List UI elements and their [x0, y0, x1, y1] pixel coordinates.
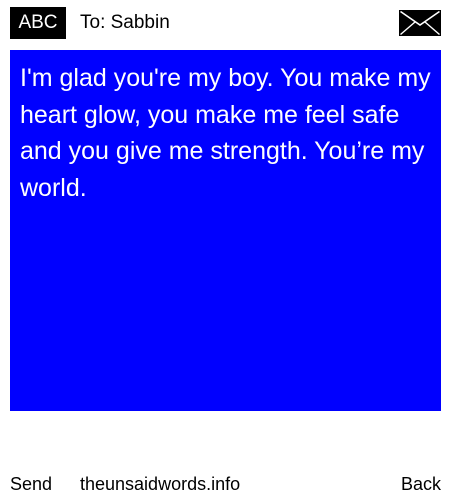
- back-button[interactable]: Back: [401, 470, 441, 498]
- send-button[interactable]: Send: [10, 470, 52, 498]
- message-header: ABC To: Sabbin: [0, 0, 450, 46]
- message-text: I'm glad you're my boy. You make my hear…: [20, 64, 431, 202]
- site-label: theunsaidwords.info: [80, 474, 241, 494]
- softkey-bar: Send theunsaidwords.info Back: [0, 470, 450, 498]
- envelope-icon: [399, 10, 441, 36]
- recipient-label: To: Sabbin: [80, 12, 170, 33]
- message-body[interactable]: I'm glad you're my boy. You make my hear…: [10, 50, 441, 411]
- input-mode-badge: ABC: [10, 7, 66, 39]
